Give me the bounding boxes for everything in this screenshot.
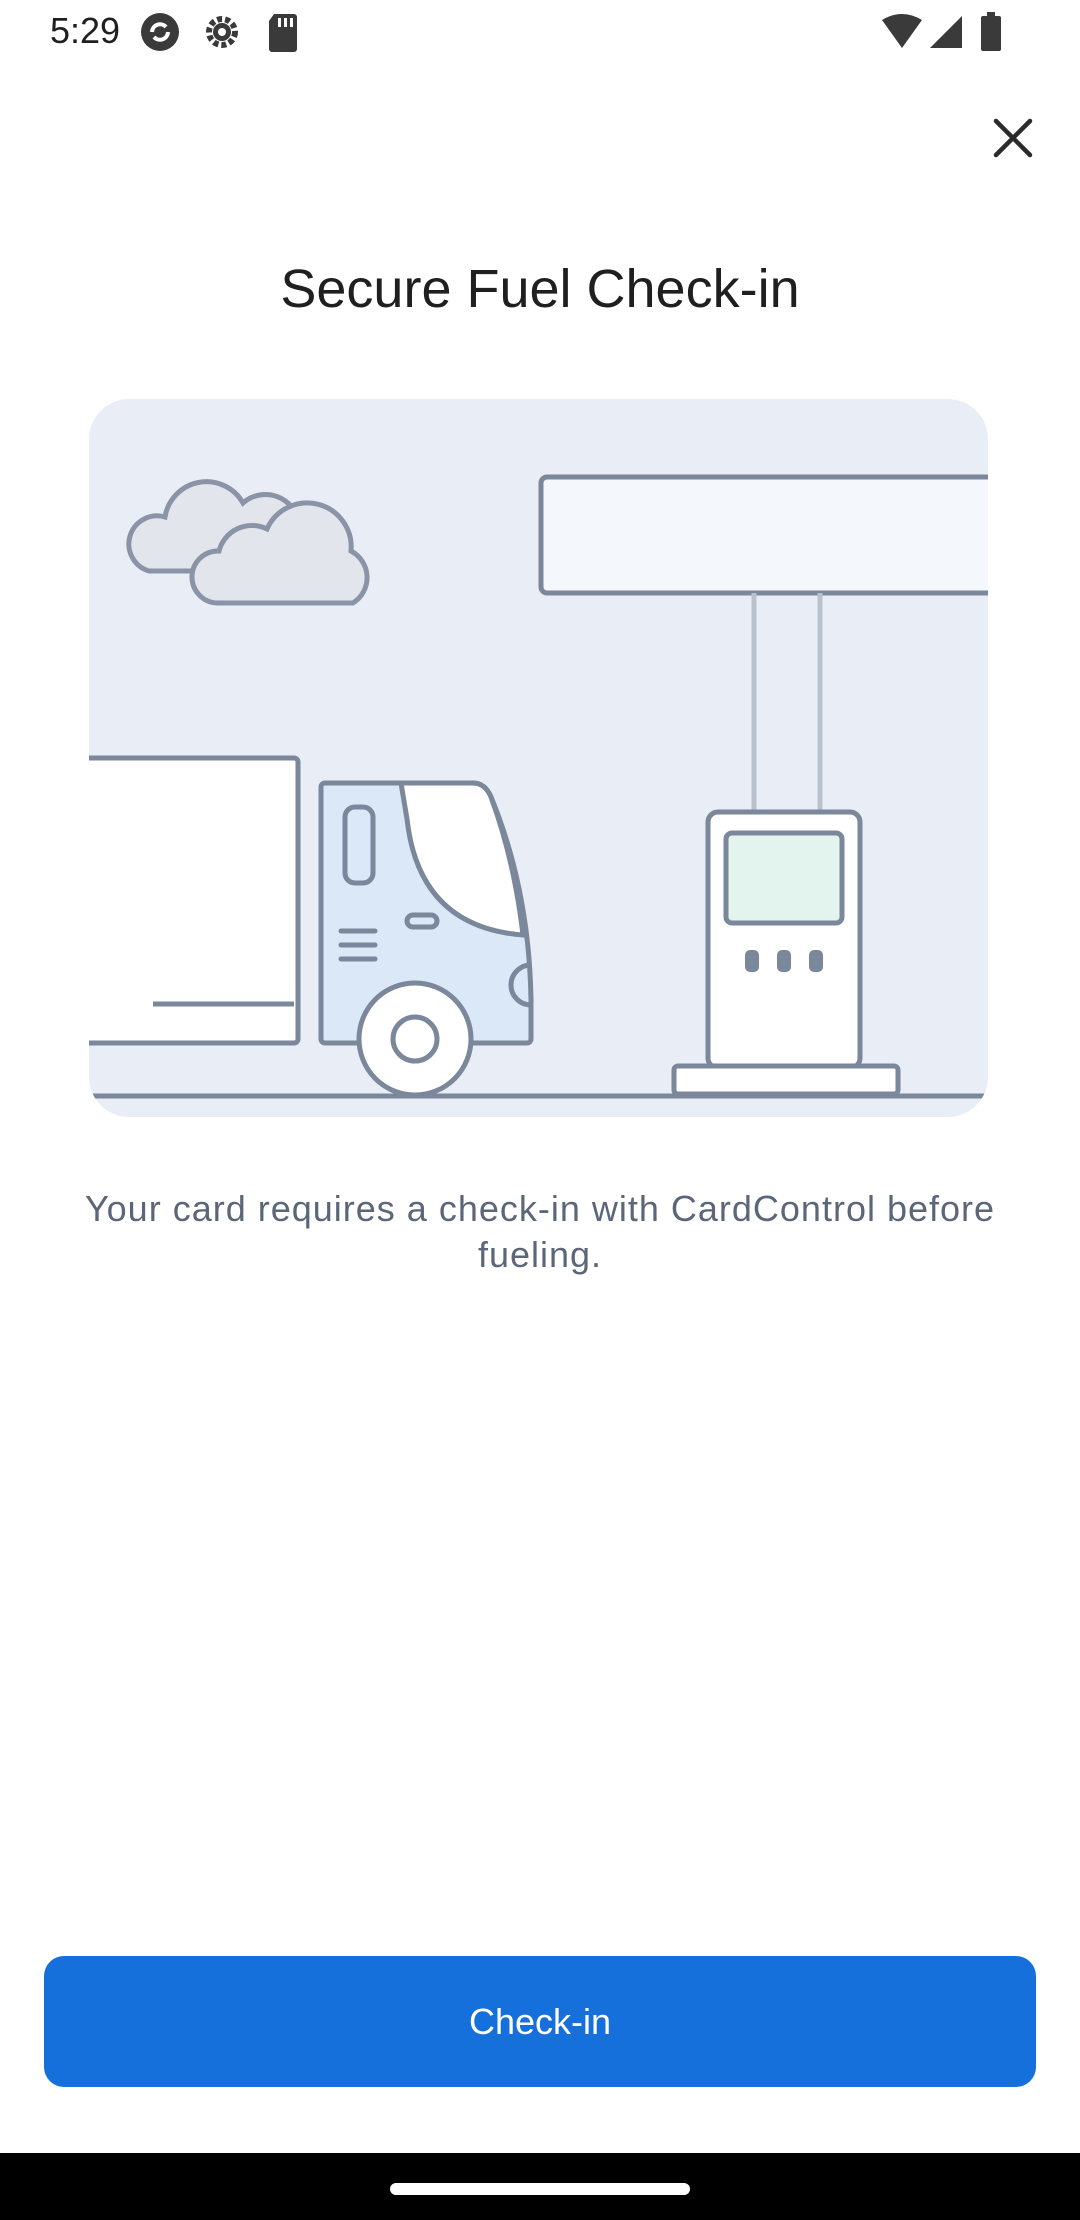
wifi-icon [880, 14, 924, 55]
canopy-sign [538, 474, 988, 596]
truck-fuel-station-illustration [89, 399, 988, 1117]
navigation-bar [0, 2153, 1080, 2220]
home-gesture-handle[interactable] [390, 2183, 690, 2195]
close-icon [992, 117, 1034, 164]
check-in-button[interactable]: Check-in [44, 1956, 1036, 2087]
close-button[interactable] [975, 102, 1051, 178]
cell-signal-icon [928, 14, 964, 55]
truck-trailer [89, 755, 301, 1046]
screen: 5:29 Secure Fuel Check-in Your card requ… [0, 0, 1080, 2220]
status-bar: 5:29 [0, 0, 1080, 66]
sync-icon [138, 10, 182, 59]
page-title: Secure Fuel Check-in [280, 259, 800, 319]
sd-card-icon [266, 10, 300, 59]
settings-gear-icon [200, 10, 244, 59]
battery-icon [980, 12, 1002, 57]
status-time: 5:29 [50, 10, 121, 51]
description-text: Your card requires a check-in with CardC… [84, 1188, 996, 1275]
